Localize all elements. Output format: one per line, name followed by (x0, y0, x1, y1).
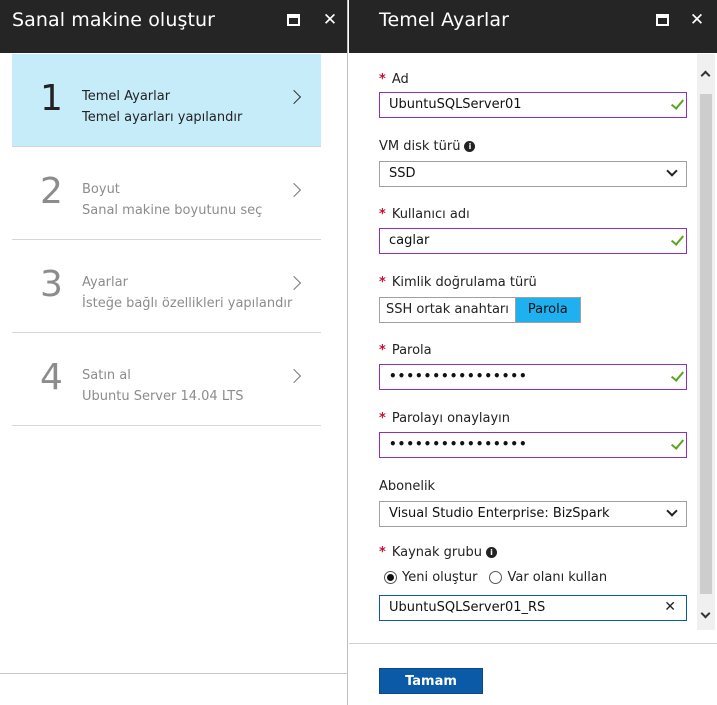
step-settings[interactable]: 3 Ayarlar İsteğe bağlı özellikleri yapıl… (12, 240, 321, 333)
maximize-icon[interactable] (284, 10, 304, 30)
auth-type-label: * Kimlik doğrulama türü (379, 275, 537, 290)
divider (0, 673, 348, 674)
auth-option-password[interactable]: Parola (514, 298, 580, 322)
info-icon[interactable]: i (485, 547, 497, 558)
wizard-steps: 1 Temel Ayarlar Temel ayarları yapılandı… (12, 54, 321, 426)
password-label: * Parola (379, 343, 432, 358)
step-subtitle: İsteğe bağlı özellikleri yapılandır (82, 296, 293, 311)
radio-use-existing-label: Var olanı kullan (507, 570, 608, 585)
chevron-right-icon (286, 89, 302, 105)
password-confirm-field[interactable]: •••••••••••••••• (379, 432, 687, 458)
step-title: Satın al (82, 368, 131, 383)
resource-group-field[interactable]: UbuntuSQLServer01_RS ✕ (379, 595, 687, 621)
resource-group-label: * Kaynak grubu i (379, 545, 497, 560)
create-vm-blade: Sanal makine oluştur ✕ 1 Temel Ayarlar T… (0, 0, 348, 705)
maximize-icon[interactable] (653, 10, 673, 30)
blade-header: Temel Ayarlar ✕ (349, 0, 717, 53)
step-purchase[interactable]: 4 Satın al Ubuntu Server 14.04 LTS (12, 333, 321, 426)
password-confirm-label: * Parolayı onaylayın (379, 411, 511, 426)
step-number: 3 (40, 264, 63, 305)
radio-create-new-label: Yeni oluştur (402, 570, 478, 585)
close-icon[interactable]: ✕ (320, 10, 340, 30)
step-title: Ayarlar (82, 275, 128, 290)
radio-create-new[interactable] (384, 571, 397, 584)
close-icon[interactable]: ✕ (687, 10, 707, 30)
auth-type-toggle: SSH ortak anahtarı Parola (379, 297, 581, 323)
basics-blade: Temel Ayarlar ✕ * Ad UbuntuSQLServer01 VM… (349, 0, 717, 705)
disk-type-select[interactable]: SSD (379, 161, 687, 187)
blade-title: Sanal makine oluştur (12, 9, 216, 31)
auth-option-ssh[interactable]: SSH ortak anahtarı (380, 298, 515, 322)
step-basics[interactable]: 1 Temel Ayarlar Temel ayarları yapılandı… (12, 54, 321, 147)
info-icon[interactable]: i (464, 141, 476, 152)
disk-type-label: VM disk türü i (379, 139, 476, 154)
step-subtitle: Temel ayarları yapılandır (82, 110, 243, 125)
blade-title: Temel Ayarlar (379, 9, 510, 31)
subscription-select[interactable]: Visual Studio Enterprise: BizSpark (379, 501, 687, 527)
scroll-down-icon[interactable] (700, 608, 711, 619)
scroll-up-icon[interactable] (700, 70, 711, 81)
radio-use-existing[interactable] (489, 571, 503, 584)
step-number: 1 (40, 78, 63, 119)
divider (349, 643, 717, 644)
subscription-label: Abonelik (379, 479, 436, 494)
chevron-right-icon (286, 368, 302, 384)
blade-header: Sanal makine oluştur ✕ (0, 0, 347, 53)
username-label: * Kullanıcı adı (379, 207, 470, 222)
step-size[interactable]: 2 Boyut Sanal makine boyutunu seç (12, 147, 321, 240)
chevron-right-icon (286, 275, 302, 291)
clear-icon[interactable]: ✕ (664, 599, 676, 615)
step-title: Temel Ayarlar (82, 89, 171, 104)
step-title: Boyut (82, 182, 120, 197)
username-field[interactable]: caglar (379, 228, 687, 254)
chevron-right-icon (286, 182, 302, 198)
step-subtitle: Ubuntu Server 14.04 LTS (82, 389, 244, 404)
step-number: 4 (40, 357, 63, 398)
step-subtitle: Sanal makine boyutunu seç (82, 203, 263, 218)
password-field[interactable]: •••••••••••••••• (379, 364, 687, 390)
resource-group-options: Yeni oluştur Var olanı kullan (384, 570, 619, 585)
scrollbar[interactable] (697, 54, 715, 630)
ok-button[interactable]: Tamam (379, 668, 483, 694)
scrollbar-thumb[interactable] (700, 94, 712, 594)
name-label: * Ad (379, 72, 409, 87)
name-field[interactable]: UbuntuSQLServer01 (379, 92, 687, 118)
step-number: 2 (40, 171, 63, 212)
